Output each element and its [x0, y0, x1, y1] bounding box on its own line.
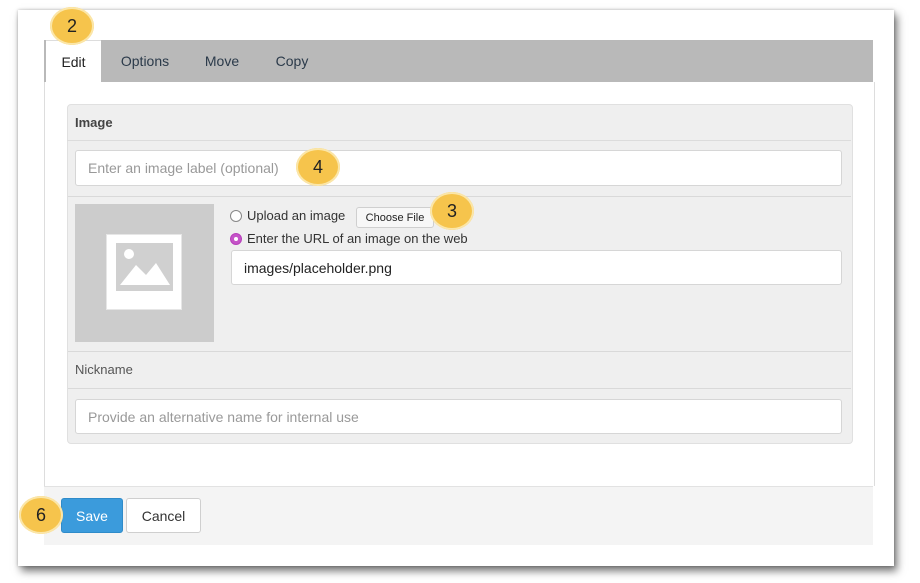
- choose-file-button[interactable]: Choose File: [356, 207, 434, 228]
- tab-copy[interactable]: Copy: [266, 40, 318, 82]
- url-radio[interactable]: [230, 233, 242, 245]
- tab-options[interactable]: Options: [112, 40, 178, 82]
- tab-move[interactable]: Move: [196, 40, 248, 82]
- nickname-input[interactable]: Provide an alternative name for internal…: [75, 399, 842, 434]
- image-placeholder-inner: [116, 243, 173, 291]
- url-option-label[interactable]: Enter the URL of an image on the web: [247, 231, 468, 246]
- save-button[interactable]: Save: [61, 498, 123, 533]
- callout-badge: 6: [19, 496, 63, 534]
- divider: [68, 388, 851, 389]
- callout-badge: 3: [430, 192, 474, 230]
- upload-option-label[interactable]: Upload an image: [247, 208, 345, 223]
- image-url-input[interactable]: images/placeholder.png: [231, 250, 842, 285]
- divider: [68, 351, 851, 352]
- image-card-header: [67, 104, 851, 141]
- cancel-button[interactable]: Cancel: [126, 498, 201, 533]
- image-section-title: Image: [75, 115, 113, 130]
- tab-edit[interactable]: Edit: [46, 40, 101, 83]
- picture-icon: [120, 249, 170, 285]
- nickname-label: Nickname: [75, 362, 133, 377]
- image-label-input[interactable]: Enter an image label (optional): [75, 150, 842, 186]
- upload-radio[interactable]: [230, 210, 242, 222]
- callout-badge: 4: [296, 148, 340, 186]
- callout-badge: 2: [50, 7, 94, 45]
